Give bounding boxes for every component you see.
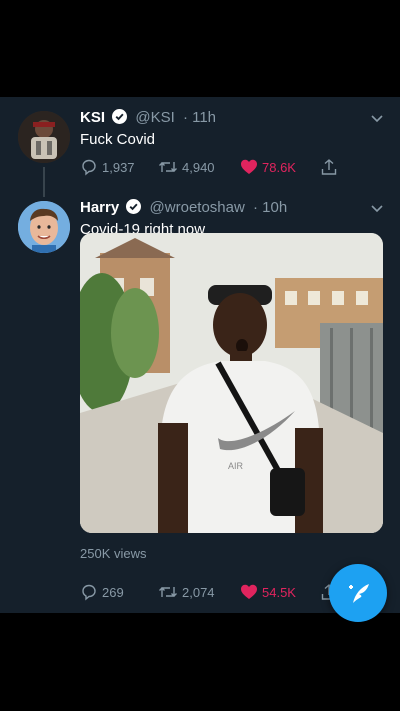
reply-icon [82, 159, 96, 176]
video-thumbnail: AIR [80, 233, 383, 533]
user-handle[interactable]: @KSI [135, 109, 174, 126]
retweet-button[interactable]: 2,074 [158, 582, 215, 602]
verified-badge-icon [126, 199, 142, 219]
share-button[interactable] [320, 157, 342, 177]
avatar-image [18, 201, 70, 253]
timestamp: · 11h [182, 109, 217, 126]
tweet-ksi[interactable]: KSI @KSI · 11h Fuck Covid 1,937 4,940 78… [0, 97, 400, 197]
avatar-ksi[interactable] [18, 111, 70, 163]
reply-count: 1,937 [102, 159, 135, 175]
tweet-thread: KSI @KSI · 11h Fuck Covid 1,937 4,940 78… [0, 97, 400, 613]
reply-icon [82, 584, 96, 601]
tweet-text: Fuck Covid [80, 131, 156, 148]
screen: KSI @KSI · 11h Fuck Covid 1,937 4,940 78… [0, 0, 400, 711]
video-player[interactable]: AIR [80, 233, 383, 533]
reply-button[interactable]: 269 [80, 582, 124, 602]
like-count: 54.5K [262, 584, 296, 600]
retweet-icon [159, 587, 177, 597]
view-count: 250K views [80, 546, 147, 561]
compose-tweet-button[interactable] [329, 564, 387, 622]
user-handle[interactable]: @wroetoshaw [150, 199, 245, 216]
retweet-count: 2,074 [182, 584, 215, 600]
tweet-header: KSI @KSI · 11h [80, 109, 216, 129]
share-icon [321, 159, 337, 175]
display-name[interactable]: Harry [80, 199, 119, 216]
tweet-actions: 1,937 4,940 78.6K [80, 157, 380, 177]
like-button[interactable]: 78.6K [240, 157, 296, 177]
retweet-count: 4,940 [182, 159, 215, 175]
like-count: 78.6K [262, 159, 296, 175]
like-button[interactable]: 54.5K [240, 582, 296, 602]
shirt-text: AIR [228, 461, 244, 471]
compose-tweet-icon [349, 584, 369, 603]
chevron-down-icon[interactable] [370, 201, 384, 215]
avatar-harry[interactable] [18, 201, 70, 253]
display-name[interactable]: KSI [80, 109, 105, 126]
tweet-header: Harry @wroetoshaw · 10h [80, 199, 287, 219]
verified-badge-icon [112, 109, 128, 129]
reply-button[interactable]: 1,937 [80, 157, 135, 177]
tweet-harry[interactable]: Harry @wroetoshaw · 10h Covid-19 right n… [0, 187, 400, 613]
avatar-image [18, 111, 70, 163]
chevron-down-icon[interactable] [370, 111, 384, 125]
timestamp: · 10h [253, 199, 288, 216]
heart-icon [241, 159, 257, 174]
heart-icon [241, 584, 257, 599]
retweet-button[interactable]: 4,940 [158, 157, 215, 177]
reply-count: 269 [102, 584, 124, 600]
retweet-icon [159, 162, 177, 172]
